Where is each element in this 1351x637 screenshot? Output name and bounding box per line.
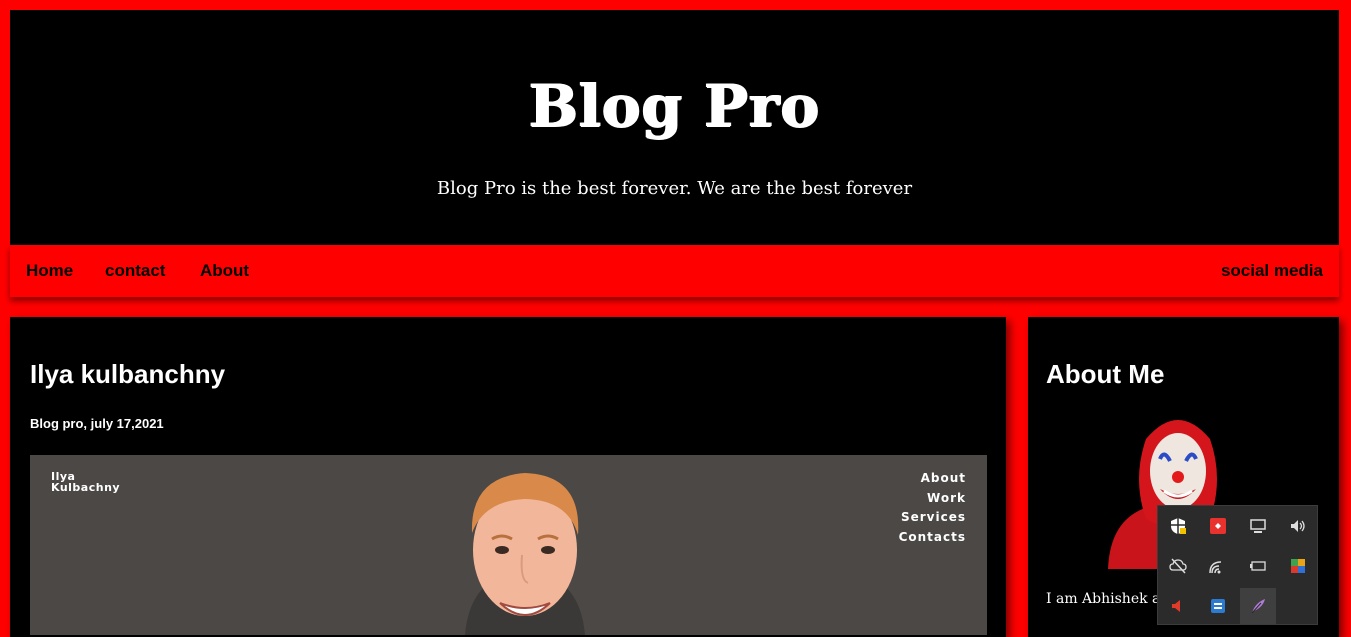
post-meta: Blog pro, july 17,2021 xyxy=(30,416,164,431)
anydesk-icon[interactable] xyxy=(1200,508,1236,544)
network-app-icon[interactable] xyxy=(1200,588,1236,624)
post-image[interactable]: Ilya Kulbachny About Work Services Conta… xyxy=(30,455,987,635)
nav-item-social-media[interactable]: social media xyxy=(1221,261,1323,281)
image-name-line2: Kulbachny xyxy=(51,481,121,494)
battery-icon[interactable] xyxy=(1240,548,1276,584)
display-icon[interactable] xyxy=(1240,508,1276,544)
image-menu: About Work Services Contacts xyxy=(899,469,966,547)
post-panel: Ilya kulbanchny Blog pro, july 17,2021 I… xyxy=(10,317,1006,637)
post-title[interactable]: Ilya kulbanchny xyxy=(30,359,225,390)
nav-item-contact[interactable]: contact xyxy=(105,261,165,281)
nav-bar: Home contact About social media xyxy=(10,245,1339,297)
system-tray-overflow xyxy=(1157,505,1318,625)
site-title[interactable]: Blog Pro xyxy=(10,72,1339,140)
wifi-icon[interactable] xyxy=(1200,548,1236,584)
image-name-text: Ilya Kulbachny xyxy=(51,471,120,493)
image-menu-work: Work xyxy=(927,490,966,505)
nav-item-about[interactable]: About xyxy=(200,261,249,281)
app-grid-icon[interactable] xyxy=(1280,548,1316,584)
feather-icon[interactable] xyxy=(1240,588,1276,624)
security-warning-icon[interactable] xyxy=(1160,508,1196,544)
cloud-off-icon[interactable] xyxy=(1160,548,1196,584)
person-portrait xyxy=(450,455,600,635)
about-me-title: About Me xyxy=(1046,359,1165,389)
nav-item-home[interactable]: Home xyxy=(26,261,73,281)
image-menu-services: Services xyxy=(900,510,966,524)
image-menu-contacts: Contacts xyxy=(898,529,966,544)
site-header: Blog Pro Blog Pro is the best forever. W… xyxy=(10,10,1339,245)
image-menu-about: About xyxy=(920,471,966,485)
speaker-red-icon[interactable] xyxy=(1160,588,1196,624)
site-tagline: Blog Pro is the best forever. We are the… xyxy=(436,178,913,199)
volume-icon[interactable] xyxy=(1280,508,1316,544)
